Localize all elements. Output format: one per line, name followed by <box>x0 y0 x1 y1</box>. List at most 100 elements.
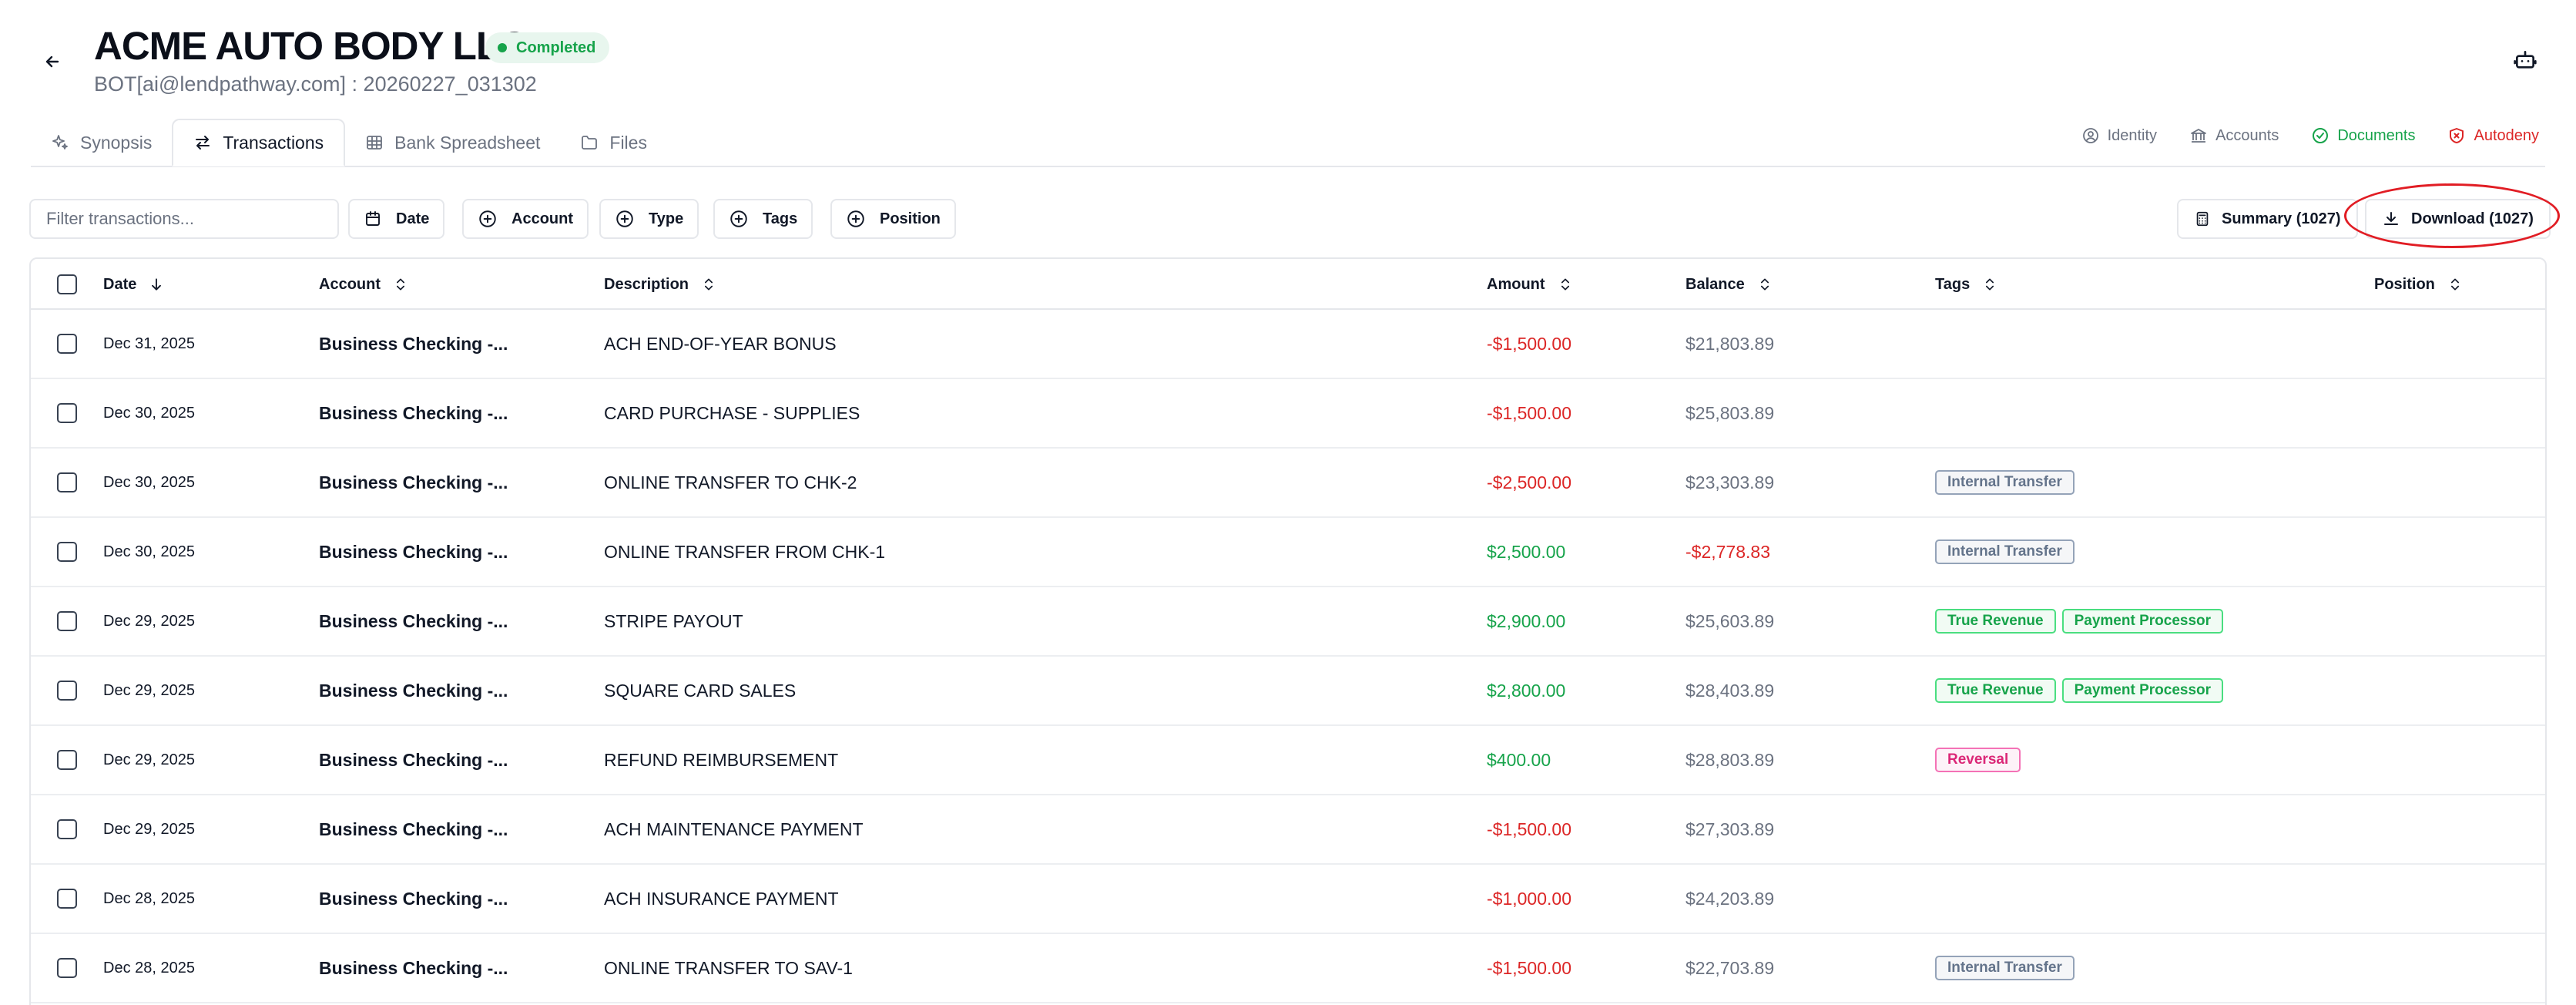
tags-cell: True Revenue Payment Processor <box>1935 587 2229 655</box>
row-checkbox[interactable] <box>57 750 77 770</box>
date-filter-button[interactable]: Date <box>348 199 445 239</box>
row-checkbox[interactable] <box>57 334 77 354</box>
sort-icon <box>1760 278 1769 291</box>
table-row[interactable]: Dec 29, 2025 Business Checking -... SQUARE… <box>31 657 2545 726</box>
row-checkbox[interactable] <box>57 819 77 839</box>
autodeny-link[interactable]: Autodeny <box>2447 126 2539 145</box>
description-cell: STRIPE PAYOUT <box>604 610 743 631</box>
plus-circle-icon <box>479 210 496 227</box>
autodeny-label: Autodeny <box>2474 126 2539 144</box>
download-label: Download (1027) <box>2411 210 2534 227</box>
tab-label: Bank Spreadsheet <box>394 132 541 153</box>
bot-button[interactable] <box>2513 48 2537 72</box>
date-cell: Dec 29, 2025 <box>103 612 195 630</box>
account-cell: Business Checking -... <box>319 402 508 423</box>
table-row[interactable]: Dec 28, 2025 Business Checking -... ACH IN… <box>31 865 2545 934</box>
tags-cell: True Revenue Payment Processor <box>1935 657 2229 724</box>
tab-label: Transactions <box>223 132 324 153</box>
description-header-label: Description <box>604 275 689 293</box>
tag-badge[interactable]: Internal Transfer <box>1935 539 2075 564</box>
tags-filter-button[interactable]: Tags <box>713 199 813 239</box>
tab-label: Files <box>609 132 647 153</box>
account-column-header[interactable]: Account <box>319 259 408 310</box>
tag-badge[interactable]: Reversal <box>1935 748 2021 772</box>
description-cell: SQUARE CARD SALES <box>604 680 797 701</box>
table-row[interactable]: Dec 28, 2025 Business Checking -... ONLINE… <box>31 934 2545 1003</box>
select-all-checkbox[interactable] <box>57 274 77 294</box>
position-header-label: Position <box>2374 275 2435 293</box>
description-column-header[interactable]: Description <box>604 259 716 310</box>
date-column-header[interactable]: Date <box>103 259 164 310</box>
check-circle-icon <box>2313 128 2329 143</box>
date-cell: Dec 30, 2025 <box>103 543 195 560</box>
tab-synopsis[interactable]: Synopsis <box>31 119 172 166</box>
balance-cell: $22,703.89 <box>1685 957 1775 978</box>
sort-icon <box>705 278 713 291</box>
account-filter-button[interactable]: Account <box>462 199 589 239</box>
back-button[interactable] <box>37 48 68 76</box>
row-checkbox[interactable] <box>57 889 77 909</box>
tag-badge[interactable]: True Revenue <box>1935 609 2056 634</box>
table-row[interactable]: Dec 29, 2025 Business Checking -... STRIPE… <box>31 587 2545 657</box>
row-checkbox[interactable] <box>57 681 77 701</box>
download-button[interactable]: Download (1027) <box>2365 199 2551 239</box>
table-row[interactable]: Dec 31, 2025 Business Checking -... ACH EN… <box>31 310 2545 379</box>
table-row[interactable]: Dec 30, 2025 Business Checking -... ONLINE… <box>31 518 2545 587</box>
tab-files[interactable]: Files <box>560 119 667 166</box>
account-header-label: Account <box>319 275 381 293</box>
account-cell: Business Checking -... <box>319 472 508 492</box>
amount-cell: -$1,500.00 <box>1487 333 1571 354</box>
type-filter-button[interactable]: Type <box>599 199 699 239</box>
documents-link[interactable]: Documents <box>2311 126 2415 145</box>
row-checkbox[interactable] <box>57 611 77 631</box>
row-checkbox[interactable] <box>57 472 77 492</box>
tab-label: Synopsis <box>80 132 153 153</box>
account-cell: Business Checking -... <box>319 888 508 909</box>
tag-badge[interactable]: Payment Processor <box>2061 609 2224 634</box>
tab-bank-spreadsheet[interactable]: Bank Spreadsheet <box>345 119 560 166</box>
plus-circle-icon <box>616 210 633 227</box>
date-cell: Dec 28, 2025 <box>103 959 195 976</box>
balance-cell: $28,403.89 <box>1685 680 1775 701</box>
folder-icon <box>582 136 598 150</box>
page-title: ACME AUTO BODY LLC <box>94 24 528 68</box>
date-header-label: Date <box>103 275 137 293</box>
table-row[interactable]: Dec 29, 2025 Business Checking -... REFUND… <box>31 726 2545 795</box>
description-cell: CARD PURCHASE - SUPPLIES <box>604 402 860 423</box>
accounts-link[interactable]: Accounts <box>2189 126 2279 145</box>
download-icon <box>2384 212 2398 225</box>
balance-header-label: Balance <box>1685 275 1745 293</box>
balance-cell: -$2,778.83 <box>1685 541 1770 562</box>
type-filter-label: Type <box>649 210 684 227</box>
row-checkbox[interactable] <box>57 403 77 423</box>
filter-transactions-input[interactable] <box>29 199 339 239</box>
table-row[interactable]: Dec 30, 2025 Business Checking -... ONLINE… <box>31 449 2545 518</box>
tags-header-label: Tags <box>1935 275 1971 293</box>
amount-cell: $2,500.00 <box>1487 541 1566 562</box>
row-checkbox[interactable] <box>57 542 77 562</box>
table-row[interactable]: Dec 30, 2025 Business Checking -... CARD P… <box>31 379 2545 449</box>
tab-transactions[interactable]: Transactions <box>172 119 346 166</box>
balance-column-header[interactable]: Balance <box>1685 259 1773 310</box>
sparkles-icon <box>52 135 68 150</box>
sort-icon <box>397 278 404 291</box>
table-row[interactable]: Dec 29, 2025 Business Checking -... ACH MA… <box>31 795 2545 865</box>
amount-cell: -$1,000.00 <box>1487 888 1571 909</box>
tags-column-header[interactable]: Tags <box>1935 259 1997 310</box>
identity-link[interactable]: Identity <box>2081 126 2157 145</box>
page-subtitle: BOT[ai@lendpathway.com] : 20260227_03130… <box>94 72 537 96</box>
description-cell: ACH END-OF-YEAR BONUS <box>604 333 837 354</box>
tag-badge[interactable]: True Revenue <box>1935 678 2056 703</box>
date-cell: Dec 30, 2025 <box>103 473 195 491</box>
summary-button[interactable]: Summary (1027) <box>2177 199 2358 239</box>
amount-cell: $2,800.00 <box>1487 680 1566 701</box>
tag-badge[interactable]: Payment Processor <box>2061 678 2224 703</box>
row-checkbox[interactable] <box>57 958 77 978</box>
tag-badge[interactable]: Internal Transfer <box>1935 470 2075 495</box>
tag-badge[interactable]: Internal Transfer <box>1935 956 2075 980</box>
position-column-header[interactable]: Position <box>2374 259 2463 310</box>
shield-x-icon <box>2450 128 2464 143</box>
position-filter-button[interactable]: Position <box>830 199 956 239</box>
description-cell: ONLINE TRANSFER TO CHK-2 <box>604 472 857 492</box>
amount-column-header[interactable]: Amount <box>1487 259 1573 310</box>
